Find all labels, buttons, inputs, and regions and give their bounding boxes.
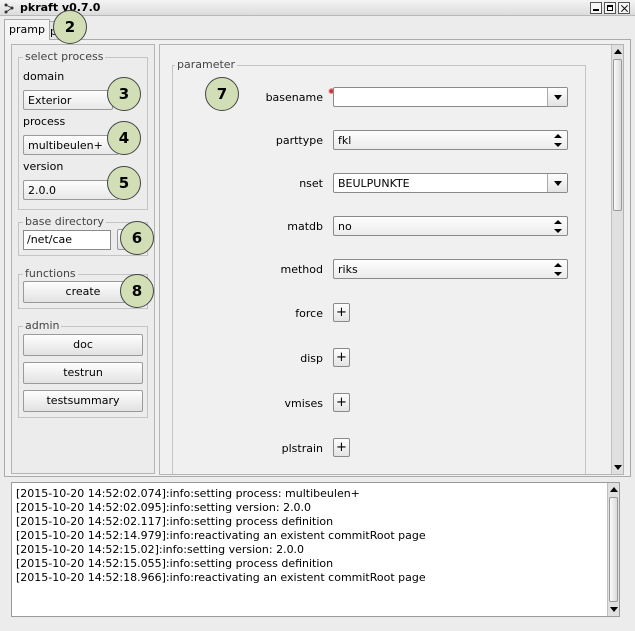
log-line: [2015-10-20 14:52:02.117]:info:setting p… bbox=[16, 515, 334, 528]
admin-title: admin bbox=[23, 319, 62, 332]
param-row-disp: disp + bbox=[173, 348, 587, 370]
param-row-method: method riks bbox=[173, 259, 587, 281]
close-icon[interactable] bbox=[618, 2, 630, 14]
version-select[interactable]: 2.0.0 bbox=[23, 180, 119, 200]
updown-arrows-icon bbox=[554, 134, 562, 147]
tab-pramp-label: pramp bbox=[9, 23, 45, 36]
callout-2: 2 bbox=[53, 10, 87, 44]
domain-label: domain bbox=[23, 70, 65, 83]
callout-6: 6 bbox=[120, 221, 154, 255]
param-row-vmises: vmises + bbox=[173, 393, 587, 415]
log-scroll-thumb[interactable] bbox=[609, 497, 618, 602]
left-panel: select process domain Exterior process m… bbox=[11, 44, 155, 474]
force-add-button[interactable]: + bbox=[333, 303, 350, 322]
doc-button[interactable]: doc bbox=[23, 334, 143, 356]
callout-7: 7 bbox=[205, 77, 239, 111]
select-process-title: select process bbox=[23, 50, 106, 63]
base-directory-input[interactable]: /net/cae bbox=[23, 230, 111, 250]
parameter-scrollbar[interactable] bbox=[611, 45, 623, 474]
functions-title: functions bbox=[23, 267, 78, 280]
base-directory-title: base directory bbox=[23, 215, 106, 228]
param-row-matdb: matdb no bbox=[173, 216, 587, 238]
force-label: force bbox=[295, 307, 323, 320]
param-row-force: force + bbox=[173, 303, 587, 325]
vmises-label: vmises bbox=[284, 397, 323, 410]
disp-add-button[interactable]: + bbox=[333, 348, 350, 367]
minimize-icon[interactable] bbox=[590, 2, 602, 14]
log-line: [2015-10-20 14:52:15.055]:info:setting p… bbox=[16, 557, 334, 570]
version-label: version bbox=[23, 160, 64, 173]
method-select[interactable]: riks bbox=[333, 259, 568, 279]
log-output[interactable]: [2015-10-20 14:52:02.074]:info:setting p… bbox=[11, 482, 620, 617]
testrun-button[interactable]: testrun bbox=[23, 362, 143, 384]
param-row-parttype: parttype fkl bbox=[173, 130, 587, 152]
log-scrollbar[interactable] bbox=[607, 483, 619, 616]
basename-combo[interactable] bbox=[333, 87, 568, 107]
nset-dropdown-button[interactable] bbox=[547, 174, 567, 192]
parttype-label: parttype bbox=[275, 134, 323, 147]
domain-select[interactable]: Exterior bbox=[23, 90, 113, 110]
process-select[interactable]: multibeulen+ bbox=[23, 135, 119, 155]
scroll-up-icon[interactable] bbox=[610, 487, 618, 492]
disp-label: disp bbox=[300, 352, 323, 365]
scroll-up-icon[interactable] bbox=[614, 49, 622, 54]
log-line: [2015-10-20 14:52:15.02]:info:setting ve… bbox=[16, 543, 305, 556]
parameter-scroll-thumb[interactable] bbox=[613, 59, 622, 211]
basename-dropdown-button[interactable] bbox=[547, 88, 567, 106]
nset-label: nset bbox=[299, 177, 323, 190]
window-titlebar: pkraft v0.7.0 bbox=[0, 0, 635, 16]
scroll-down-icon[interactable] bbox=[614, 465, 622, 470]
matdb-value: no bbox=[338, 220, 352, 233]
nset-value: BEULPUNKTE bbox=[338, 177, 410, 190]
callout-4: 4 bbox=[107, 121, 141, 155]
callout-5: 5 bbox=[107, 166, 141, 200]
app-icon bbox=[4, 3, 14, 14]
plstrain-add-button[interactable]: + bbox=[333, 438, 350, 457]
param-row-nset: nset BEULPUNKTE bbox=[173, 173, 587, 195]
log-line: [2015-10-20 14:52:14.979]:info:reactivat… bbox=[16, 529, 426, 542]
parttype-value: fkl bbox=[338, 134, 352, 147]
parttype-select[interactable]: fkl bbox=[333, 130, 568, 150]
chevron-down-icon bbox=[554, 95, 562, 100]
matdb-select[interactable]: no bbox=[333, 216, 568, 236]
matdb-label: matdb bbox=[287, 220, 323, 233]
parameter-title: parameter bbox=[175, 58, 238, 71]
log-line: [2015-10-20 14:52:18.966]:info:reactivat… bbox=[16, 571, 426, 584]
parameter-group: parameter basename ✺ parttype fkl nset B… bbox=[172, 58, 587, 474]
method-label: method bbox=[280, 263, 323, 276]
vmises-add-button[interactable]: + bbox=[333, 393, 350, 412]
process-label: process bbox=[23, 115, 66, 128]
plstrain-label: plstrain bbox=[281, 442, 323, 455]
admin-group: admin doc testrun testsummary bbox=[18, 319, 148, 418]
scroll-down-icon[interactable] bbox=[610, 607, 618, 612]
tab-pramp[interactable]: pramp bbox=[4, 19, 50, 40]
basename-label: basename bbox=[265, 91, 323, 104]
param-row-plstrain: plstrain + bbox=[173, 438, 587, 460]
nset-combo[interactable]: BEULPUNKTE bbox=[333, 173, 568, 193]
log-line: [2015-10-20 14:52:02.074]:info:setting p… bbox=[16, 487, 360, 500]
updown-arrows-icon bbox=[554, 220, 562, 233]
testsummary-button[interactable]: testsummary bbox=[23, 390, 143, 412]
maximize-icon[interactable] bbox=[604, 2, 616, 14]
callout-8: 8 bbox=[120, 274, 154, 308]
chevron-down-icon bbox=[554, 181, 562, 186]
log-line: [2015-10-20 14:52:02.095]:info:setting v… bbox=[16, 501, 312, 514]
updown-arrows-icon bbox=[554, 263, 562, 276]
callout-3: 3 bbox=[107, 77, 141, 111]
method-value: riks bbox=[338, 263, 358, 276]
